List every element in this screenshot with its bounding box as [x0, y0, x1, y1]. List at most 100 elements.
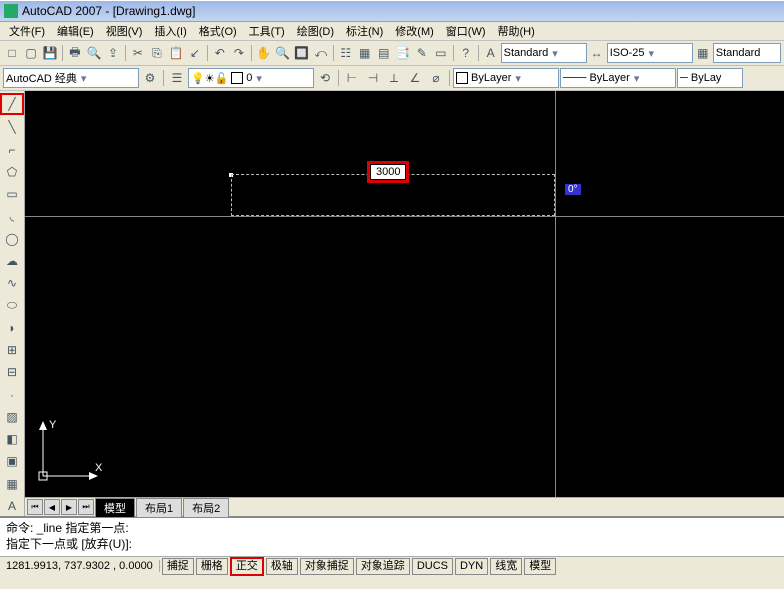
publish-icon[interactable]: ⇪ — [104, 43, 122, 63]
tab-layout2[interactable]: 布局2 — [183, 498, 229, 517]
color-combo[interactable]: ByLayer▾ — [453, 68, 559, 88]
menu-window[interactable]: 窗口(W) — [441, 22, 491, 40]
ortho-toggle[interactable]: 正交 — [230, 557, 264, 576]
zoomwin-icon[interactable]: 🔲 — [293, 43, 311, 63]
menu-view[interactable]: 视图(V) — [101, 22, 148, 40]
preview-icon[interactable]: 🔍 — [85, 43, 103, 63]
new-icon[interactable]: □ — [3, 43, 21, 63]
textstyle-icon[interactable]: A — [482, 43, 500, 63]
menu-draw[interactable]: 绘图(D) — [292, 22, 339, 40]
line-tool-icon[interactable]: ╱ — [0, 93, 24, 115]
layer-combo[interactable]: 💡 ☀ 🔓 0▾ — [188, 68, 314, 88]
xline-tool-icon[interactable]: ╲ — [1, 117, 23, 137]
command-history-line: 命令: _line 指定第一点: — [6, 520, 778, 536]
tablestyle-icon[interactable]: ▦ — [694, 43, 712, 63]
rubber-band-rect — [231, 174, 555, 216]
menu-insert[interactable]: 插入(I) — [149, 22, 191, 40]
lwt-toggle[interactable]: 线宽 — [490, 558, 522, 575]
layerprev-icon[interactable]: ⟲ — [315, 68, 335, 88]
menu-tools[interactable]: 工具(T) — [244, 22, 290, 40]
arc-tool-icon[interactable]: ◟ — [1, 206, 23, 226]
tab-first-icon[interactable]: ⏮ — [27, 499, 43, 515]
lineweight-combo[interactable]: ─ ByLay — [677, 68, 743, 88]
otrack-toggle[interactable]: 对象追踪 — [356, 558, 410, 575]
print-icon[interactable]: 🖶 — [66, 43, 84, 63]
lightbulb-icon: 💡 — [191, 72, 205, 85]
mtext-tool-icon[interactable]: A — [1, 496, 23, 516]
ellipse-tool-icon[interactable]: ⬭ — [1, 295, 23, 315]
linetype-combo[interactable]: ─── ByLayer▾ — [560, 68, 676, 88]
region-tool-icon[interactable]: ▣ — [1, 451, 23, 471]
help-icon[interactable]: ? — [457, 43, 475, 63]
dc-icon[interactable]: ▦ — [356, 43, 374, 63]
drawing-canvas[interactable]: 3000 0° Y X — [25, 91, 784, 497]
makeblock-tool-icon[interactable]: ⊟ — [1, 362, 23, 382]
menu-format[interactable]: 格式(O) — [194, 22, 242, 40]
gradient-tool-icon[interactable]: ◧ — [1, 429, 23, 449]
workspace-layer-toolbar: AutoCAD 经典▾ ⚙ ☰ 💡 ☀ 🔓 0▾ ⟲ ⊢ ⊣ ⟂ ∠ ⌀ ByL… — [0, 66, 784, 91]
dyn-toggle[interactable]: DYN — [455, 558, 488, 575]
undo-icon[interactable]: ↶ — [211, 43, 229, 63]
props-icon[interactable]: ☷ — [337, 43, 355, 63]
menu-modify[interactable]: 修改(M) — [390, 22, 439, 40]
ssm-icon[interactable]: 📑 — [394, 43, 412, 63]
crosshair-vertical — [555, 91, 556, 497]
grid-toggle[interactable]: 栅格 — [196, 558, 228, 575]
zoom-icon[interactable]: 🔍 — [274, 43, 292, 63]
menu-edit[interactable]: 编辑(E) — [52, 22, 99, 40]
layout-tabs: ⏮ ◀ ▶ ⏭ 模型 布局1 布局2 — [25, 497, 784, 516]
ducs-toggle[interactable]: DUCS — [412, 558, 453, 575]
dim4-icon[interactable]: ∠ — [405, 68, 425, 88]
rectangle-tool-icon[interactable]: ▭ — [1, 184, 23, 204]
table-style-combo[interactable]: Standard — [713, 43, 781, 63]
tab-model[interactable]: 模型 — [95, 498, 135, 517]
matchprop-icon[interactable]: ↙ — [186, 43, 204, 63]
dim-icon[interactable]: ⊢ — [342, 68, 362, 88]
dynamic-length-input[interactable]: 3000 — [370, 164, 406, 180]
table-tool-icon[interactable]: ▦ — [1, 474, 23, 494]
spline-tool-icon[interactable]: ∿ — [1, 273, 23, 293]
dimstyle-icon[interactable]: ↔ — [588, 43, 606, 63]
menu-help[interactable]: 帮助(H) — [493, 22, 540, 40]
polygon-tool-icon[interactable]: ⬠ — [1, 162, 23, 182]
ellipsearc-tool-icon[interactable]: ◗ — [1, 318, 23, 338]
polyline-tool-icon[interactable]: ⌐ — [1, 140, 23, 160]
dim-style-combo[interactable]: ISO-25▾ — [607, 43, 693, 63]
circle-tool-icon[interactable]: ◯ — [1, 229, 23, 249]
copy-icon[interactable]: ⎘ — [148, 43, 166, 63]
coordinate-display[interactable]: 1281.9913, 737.9302 , 0.0000 — [0, 560, 160, 572]
menu-dimension[interactable]: 标注(N) — [341, 22, 388, 40]
pan-icon[interactable]: ✋ — [255, 43, 273, 63]
text-style-combo[interactable]: Standard▾ — [501, 43, 587, 63]
dim2-icon[interactable]: ⊣ — [363, 68, 383, 88]
command-window[interactable]: 命令: _line 指定第一点: 指定下一点或 [放弃(U)]: — [0, 516, 784, 556]
dim5-icon[interactable]: ⌀ — [426, 68, 446, 88]
zoomprev-icon[interactable]: ⤺ — [312, 43, 330, 63]
snap-toggle[interactable]: 捕捉 — [162, 558, 194, 575]
polar-toggle[interactable]: 极轴 — [266, 558, 298, 575]
tab-next-icon[interactable]: ▶ — [61, 499, 77, 515]
tp-icon[interactable]: ▤ — [375, 43, 393, 63]
layerman-icon[interactable]: ☰ — [167, 68, 187, 88]
paste-icon[interactable]: 📋 — [167, 43, 185, 63]
redo-icon[interactable]: ↷ — [230, 43, 248, 63]
app-logo-icon — [4, 4, 18, 18]
dim3-icon[interactable]: ⟂ — [384, 68, 404, 88]
save-icon[interactable]: 💾 — [41, 43, 59, 63]
osnap-toggle[interactable]: 对象捕捉 — [300, 558, 354, 575]
point-tool-icon[interactable]: · — [1, 384, 23, 404]
open-icon[interactable]: ▢ — [22, 43, 40, 63]
tab-last-icon[interactable]: ⏭ — [78, 499, 94, 515]
workspace-gear-icon[interactable]: ⚙ — [140, 68, 160, 88]
menu-file[interactable]: 文件(F) — [4, 22, 50, 40]
revcloud-tool-icon[interactable]: ☁ — [1, 251, 23, 271]
calc-icon[interactable]: ▭ — [432, 43, 450, 63]
markup-icon[interactable]: ✎ — [413, 43, 431, 63]
workspace-combo[interactable]: AutoCAD 经典▾ — [3, 68, 139, 88]
tab-prev-icon[interactable]: ◀ — [44, 499, 60, 515]
tab-layout1[interactable]: 布局1 — [136, 498, 182, 517]
hatch-tool-icon[interactable]: ▨ — [1, 407, 23, 427]
cut-icon[interactable]: ✂ — [129, 43, 147, 63]
insertblock-tool-icon[interactable]: ⊞ — [1, 340, 23, 360]
model-toggle[interactable]: 模型 — [524, 558, 556, 575]
